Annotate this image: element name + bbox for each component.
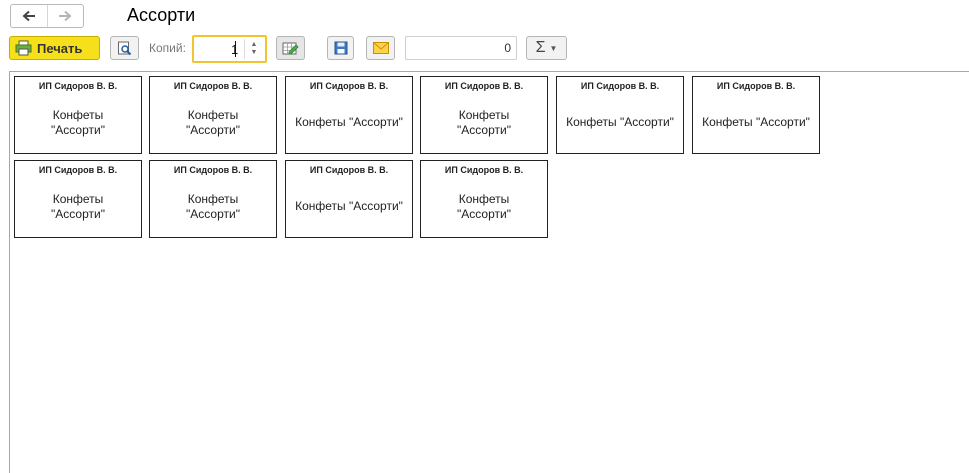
arrow-right-icon: [59, 10, 72, 22]
label-seller: ИП Сидоров В. В.: [716, 81, 796, 91]
price-label: ИП Сидоров В. В. Конфеты "Ассорти": [556, 76, 684, 154]
label-product: Конфеты "Ассорти": [702, 115, 810, 129]
label-product: Конфеты "Ассорти": [186, 191, 240, 221]
label-product: Конфеты "Ассорти": [51, 191, 105, 221]
document-area[interactable]: ИП Сидоров В. В. Конфеты "Ассорти" ИП Си…: [9, 71, 969, 473]
stepper-down-icon[interactable]: ▼: [251, 49, 258, 57]
stepper-up-icon[interactable]: ▲: [251, 41, 258, 49]
text-caret: [235, 41, 236, 57]
sigma-icon: Σ: [535, 39, 546, 56]
label-product: Конфеты "Ассорти": [457, 107, 511, 137]
label-product: Конфеты "Ассорти": [51, 107, 105, 137]
copies-input[interactable]: 1 ▲ ▼: [192, 35, 267, 63]
price-label: ИП Сидоров В. В. Конфеты "Ассорти": [14, 160, 142, 238]
edit-mode-button[interactable]: [276, 36, 305, 60]
label-seller: ИП Сидоров В. В.: [38, 165, 118, 175]
sum-function-button[interactable]: Σ ▼: [526, 36, 567, 60]
label-seller: ИП Сидоров В. В.: [580, 81, 660, 91]
forward-button[interactable]: [46, 5, 84, 27]
toolbar: Печать Копий: 1 ▲ ▼: [0, 34, 969, 64]
price-label: ИП Сидоров В. В. Конфеты "Ассорти": [14, 76, 142, 154]
save-button[interactable]: [327, 36, 354, 60]
price-label: ИП Сидоров В. В. Конфеты "Ассорти": [420, 160, 548, 238]
printer-icon: [15, 40, 32, 56]
price-label: ИП Сидоров В. В. Конфеты "Ассорти": [149, 76, 277, 154]
label-seller: ИП Сидоров В. В.: [309, 165, 389, 175]
send-email-button[interactable]: [366, 36, 395, 60]
page-title: Ассорти: [127, 5, 196, 25]
label-seller: ИП Сидоров В. В.: [173, 165, 253, 175]
edit-table-icon: [282, 42, 299, 54]
label-seller: ИП Сидоров В. В.: [309, 81, 389, 91]
label-product: Конфеты "Ассорти": [566, 115, 674, 129]
label-product: Конфеты "Ассорти": [295, 199, 403, 213]
preview-magnifier-icon: [118, 41, 132, 55]
label-seller: ИП Сидоров В. В.: [173, 81, 253, 91]
label-product: Конфеты "Ассорти": [186, 107, 240, 137]
copies-label: Копий:: [149, 41, 186, 55]
label-seller: ИП Сидоров В. В.: [444, 165, 524, 175]
label-product: Конфеты "Ассорти": [457, 191, 511, 221]
chevron-down-icon: ▼: [549, 43, 558, 53]
price-label: ИП Сидоров В. В. Конфеты "Ассорти": [285, 76, 413, 154]
price-label: ИП Сидоров В. В. Конфеты "Ассорти": [149, 160, 277, 238]
label-seller: ИП Сидоров В. В.: [444, 81, 524, 91]
price-label: ИП Сидоров В. В. Конфеты "Ассорти": [420, 76, 548, 154]
navigation-buttons: [10, 4, 84, 28]
copies-stepper[interactable]: ▲ ▼: [244, 39, 263, 59]
label-seller: ИП Сидоров В. В.: [38, 81, 118, 91]
preview-button[interactable]: [110, 36, 139, 60]
envelope-icon: [372, 42, 389, 54]
price-label: ИП Сидоров В. В. Конфеты "Ассорти": [285, 160, 413, 238]
print-button[interactable]: Печать: [9, 36, 100, 60]
sum-field: 0: [405, 36, 517, 60]
back-button[interactable]: [11, 5, 47, 27]
arrow-left-icon: [22, 10, 35, 22]
label-product: Конфеты "Ассорти": [295, 115, 403, 129]
print-button-label: Печать: [37, 40, 83, 56]
floppy-disk-icon: [334, 41, 347, 55]
price-label: ИП Сидоров В. В. Конфеты "Ассорти": [692, 76, 820, 154]
